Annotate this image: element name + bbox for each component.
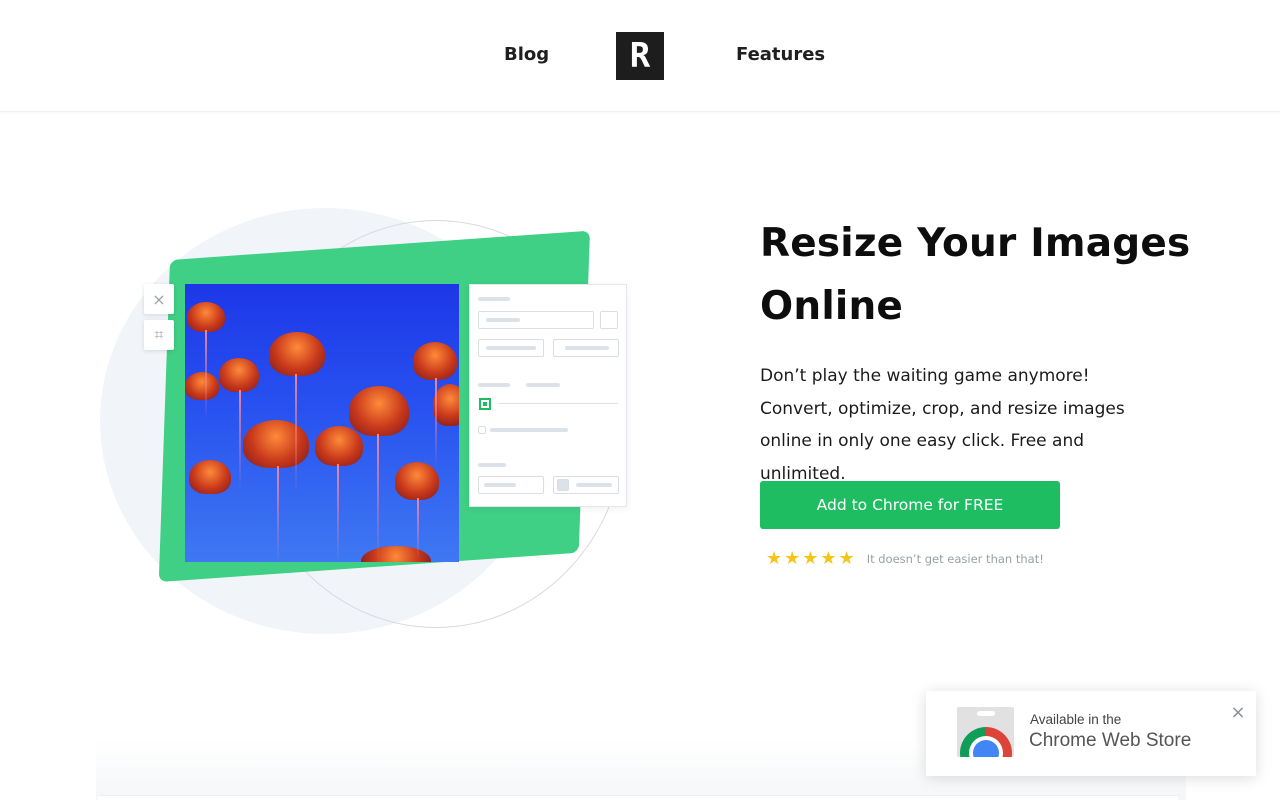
jellyfish-photo [185, 284, 459, 562]
popup-small-text: Available in the [1030, 712, 1122, 727]
nav-blog-link[interactable]: Blog [504, 44, 549, 65]
settings-panel-mockup [469, 284, 627, 507]
rating-text: It doesn’t get easier than that! [866, 551, 1044, 566]
site-logo[interactable]: R [616, 32, 664, 80]
hero-title: Resize Your Images Online [760, 221, 1191, 329]
next-section-edge [98, 795, 1178, 800]
close-icon[interactable]: × [1228, 703, 1248, 723]
chrome-web-store-popup[interactable]: Available in the Chrome Web Store × [926, 691, 1256, 776]
chrome-web-store-icon [957, 707, 1014, 757]
rating: ★★★★★ It doesn’t get easier than that! [766, 548, 1044, 569]
popup-store-name: Chrome Web Store [1029, 730, 1192, 751]
nav-features-link[interactable]: Features [736, 44, 825, 65]
add-to-chrome-button[interactable]: Add to Chrome for FREE [760, 481, 1060, 529]
crop-tool-icon: ⌗ [144, 320, 174, 350]
logo-glyph: R [629, 36, 651, 76]
hero-description: Don’t play the waiting game anymore! Con… [760, 366, 1125, 484]
close-tool-icon: × [144, 284, 174, 314]
hero-illustration: × ⌗ [96, 200, 656, 640]
star-rating-icons: ★★★★★ [766, 548, 857, 569]
site-header: Blog R Features [0, 0, 1280, 112]
